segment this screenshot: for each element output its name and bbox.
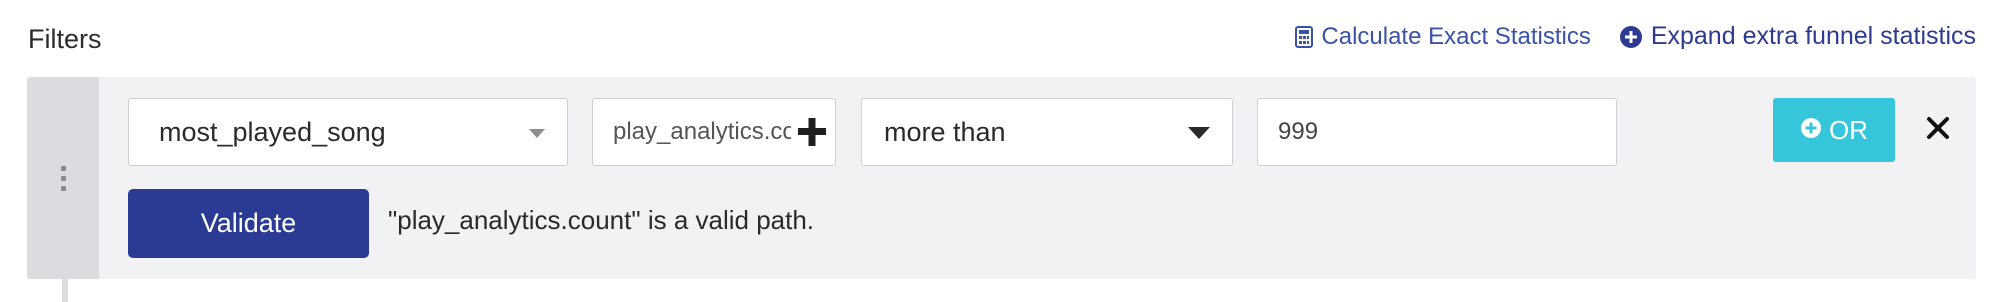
drag-handle-icon — [60, 165, 66, 191]
connector-line — [62, 279, 68, 302]
expand-link-label: Expand extra funnel statistics — [1650, 22, 1976, 50]
calculator-icon — [1295, 25, 1314, 48]
or-button[interactable]: OR — [1773, 98, 1895, 162]
value-input[interactable]: 999 — [1257, 98, 1617, 166]
plus-icon[interactable] — [795, 115, 829, 149]
validation-message: "play_analytics.count" is a valid path. — [388, 205, 815, 235]
value-input-text: 999 — [1278, 118, 1319, 145]
operator-select[interactable]: more than — [861, 98, 1233, 166]
validate-button[interactable]: Validate — [128, 189, 369, 258]
chevron-down-icon — [529, 129, 545, 138]
header-links: Calculate Exact Statistics Expand extra … — [1295, 22, 1976, 51]
operator-value: more than — [884, 116, 1006, 147]
calculate-link-label: Calculate Exact Statistics — [1321, 22, 1591, 50]
expand-funnel-statistics-link[interactable]: Expand extra funnel statistics — [1619, 22, 1976, 51]
close-icon[interactable] — [1925, 115, 1951, 141]
plus-circle-icon — [1800, 115, 1822, 146]
property-key-select[interactable]: most_played_song — [128, 98, 568, 166]
drag-handle[interactable] — [27, 77, 99, 279]
property-key-value: most_played_song — [159, 116, 386, 147]
caret-down-icon — [1188, 127, 1210, 139]
filters-title: Filters — [28, 24, 102, 54]
path-input-value: play_analytics.count — [613, 118, 791, 145]
path-input[interactable]: play_analytics.count — [592, 98, 836, 166]
calculate-exact-statistics-link[interactable]: Calculate Exact Statistics — [1295, 22, 1591, 51]
plus-circle-icon — [1619, 25, 1643, 49]
or-button-label: OR — [1829, 114, 1868, 145]
